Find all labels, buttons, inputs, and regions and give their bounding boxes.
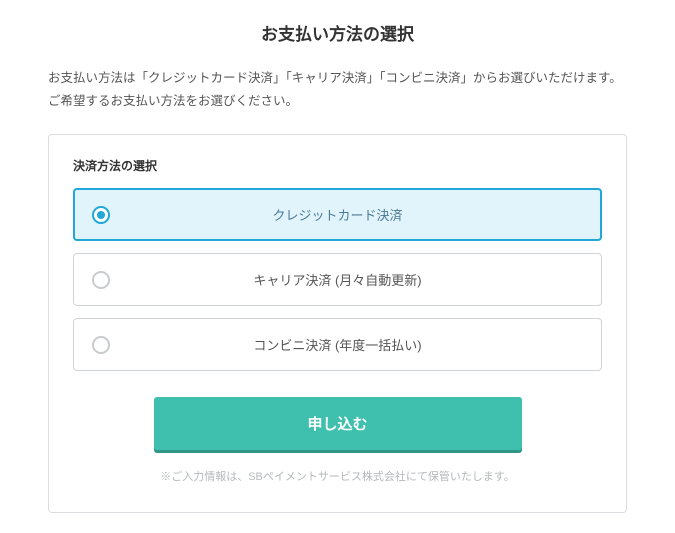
payment-option-credit[interactable]: クレジットカード決済 <box>73 188 602 241</box>
page-title: お支払い方法の選択 <box>48 20 627 45</box>
section-label: 決済方法の選択 <box>73 157 602 174</box>
footnote: ※ご入力情報は、SBペイメントサービス株式会社にて保管いたします。 <box>73 468 602 484</box>
payment-card: 決済方法の選択 クレジットカード決済 キャリア決済 (月々自動更新) コンビニ決… <box>48 134 627 513</box>
radio-icon <box>92 206 110 224</box>
option-label: コンビニ決済 (年度一括払い) <box>110 335 583 354</box>
option-label: クレジットカード決済 <box>110 205 583 224</box>
submit-button[interactable]: 申し込む <box>154 397 522 450</box>
page-description: お支払い方法は「クレジットカード決済」「キャリア決済」「コンビニ決済」からお選び… <box>48 67 627 112</box>
payment-option-carrier[interactable]: キャリア決済 (月々自動更新) <box>73 253 602 306</box>
payment-option-convenience[interactable]: コンビニ決済 (年度一括払い) <box>73 318 602 371</box>
radio-icon <box>92 336 110 354</box>
radio-icon <box>92 271 110 289</box>
option-label: キャリア決済 (月々自動更新) <box>110 270 583 289</box>
